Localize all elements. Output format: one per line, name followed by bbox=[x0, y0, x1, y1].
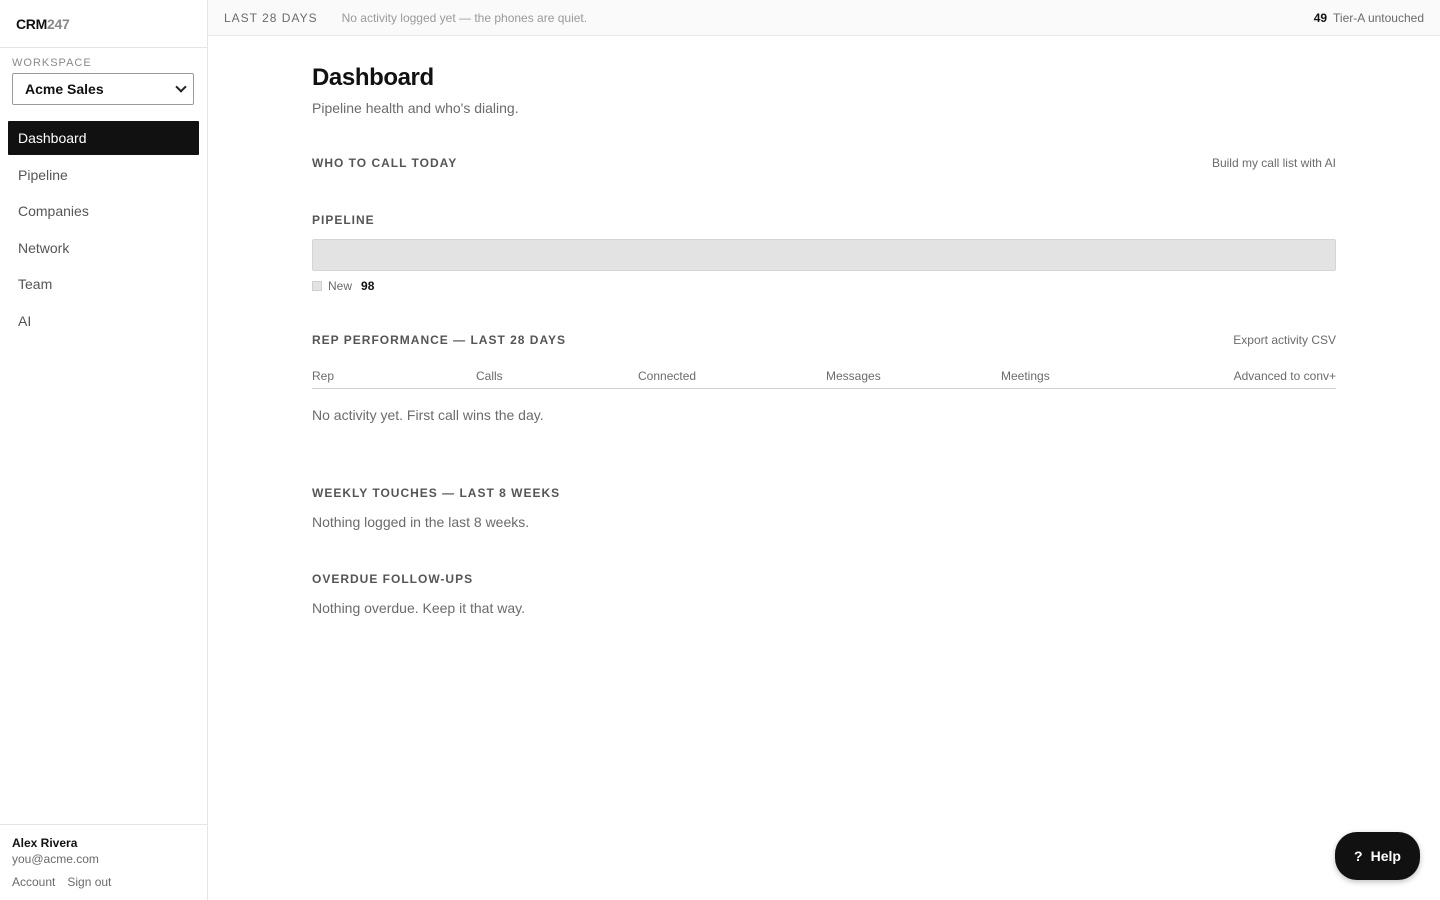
main-content: Dashboard Pipeline health and who's dial… bbox=[312, 36, 1336, 616]
pipeline-legend: New 98 bbox=[312, 279, 1336, 293]
tier-a-count: 49 bbox=[1313, 10, 1328, 25]
sidebar-item-companies[interactable]: Companies bbox=[8, 194, 199, 228]
column-header-connected[interactable]: Connected bbox=[638, 369, 696, 383]
logo-text-secondary: 247 bbox=[46, 15, 70, 32]
help-label: Help bbox=[1370, 848, 1401, 864]
user-links: Account Sign out bbox=[12, 875, 195, 889]
sidebar-item-label: Network bbox=[18, 239, 70, 256]
column-header-calls[interactable]: Calls bbox=[476, 369, 503, 383]
column-header-advanced[interactable]: Advanced to conv+ bbox=[1234, 369, 1336, 383]
column-header-rep[interactable]: Rep bbox=[312, 369, 334, 383]
sidebar-item-label: Companies bbox=[18, 203, 89, 219]
tier-a-label: Tier-A untouched bbox=[1333, 10, 1424, 25]
sidebar-item-label: Team bbox=[18, 276, 53, 292]
sidebar-nav: Dashboard Pipeline Companies Network Tea… bbox=[0, 121, 207, 338]
section-title: REP PERFORMANCE — LAST 28 DAYS bbox=[312, 333, 567, 347]
user-email: you@acme.com bbox=[12, 852, 99, 866]
section-title: OVERDUE FOLLOW-UPS bbox=[312, 572, 474, 586]
sign-out-link[interactable]: Sign out bbox=[67, 875, 111, 889]
weekly-empty-message: Nothing logged in the last 8 weeks. bbox=[312, 514, 530, 530]
workspace-select[interactable]: Acme Sales bbox=[12, 73, 194, 105]
legend-stage-name: New bbox=[328, 279, 353, 293]
sidebar-item-ai[interactable]: AI bbox=[8, 304, 199, 338]
sidebar-item-label: AI bbox=[18, 312, 32, 329]
section-title: WEEKLY TOUCHES — LAST 8 WEEKS bbox=[312, 486, 561, 500]
column-header-messages[interactable]: Messages bbox=[826, 369, 881, 383]
page-title: Dashboard bbox=[312, 64, 434, 91]
overdue-empty-message: Nothing overdue. Keep it that way. bbox=[312, 600, 525, 616]
user-name: Alex Rivera bbox=[12, 836, 78, 850]
date-range-label: LAST 28 DAYS bbox=[224, 10, 318, 25]
section-title: PIPELINE bbox=[312, 213, 375, 227]
page-subtitle: Pipeline health and who's dialing. bbox=[312, 100, 519, 116]
overdue-followups-section: OVERDUE FOLLOW-UPS Nothing overdue. Keep… bbox=[312, 572, 1336, 616]
sidebar-item-network[interactable]: Network bbox=[8, 231, 199, 265]
activity-status-message: No activity logged yet — the phones are … bbox=[341, 10, 588, 25]
sidebar-item-dashboard[interactable]: Dashboard bbox=[8, 121, 199, 155]
user-panel: Alex Rivera you@acme.com Account Sign ou… bbox=[0, 824, 207, 900]
help-icon: ? bbox=[1354, 848, 1363, 864]
table-header-row: Rep Calls Connected Messages Meetings Ad… bbox=[312, 367, 1336, 389]
tier-a-untouched-indicator[interactable]: 49 Tier-A untouched bbox=[1314, 11, 1424, 25]
export-csv-button[interactable]: Export activity CSV bbox=[1233, 333, 1336, 347]
sidebar-item-team[interactable]: Team bbox=[8, 267, 199, 301]
workspace-select-value: Acme Sales bbox=[25, 81, 104, 97]
top-bar: LAST 28 DAYS No activity logged yet — th… bbox=[208, 0, 1440, 36]
build-call-list-button[interactable]: Build my call list with AI bbox=[1212, 156, 1336, 170]
sidebar-item-pipeline[interactable]: Pipeline bbox=[8, 158, 199, 192]
weekly-touches-section: WEEKLY TOUCHES — LAST 8 WEEKS Nothing lo… bbox=[312, 486, 1336, 530]
sidebar-item-label: Dashboard bbox=[18, 130, 87, 146]
chevron-down-icon bbox=[175, 81, 187, 93]
sidebar-item-label: Pipeline bbox=[18, 166, 68, 183]
logo-text-primary: CRM bbox=[16, 15, 47, 32]
rep-performance-section: REP PERFORMANCE — LAST 28 DAYS Export ac… bbox=[312, 333, 1336, 423]
sidebar: CRM 247 WORKSPACE Acme Sales Dashboard Pi… bbox=[0, 0, 208, 900]
legend-swatch bbox=[312, 281, 322, 291]
app-logo[interactable]: CRM 247 bbox=[0, 0, 207, 48]
rep-empty-message: No activity yet. First call wins the day… bbox=[312, 407, 544, 423]
pipeline-section: PIPELINE New 98 bbox=[312, 213, 1336, 293]
who-to-call-section: WHO TO CALL TODAY Build my call list wit… bbox=[312, 156, 1336, 170]
rep-performance-table: Rep Calls Connected Messages Meetings Ad… bbox=[312, 367, 1336, 423]
account-link[interactable]: Account bbox=[12, 875, 55, 889]
workspace-label: WORKSPACE bbox=[12, 57, 92, 69]
column-header-meetings[interactable]: Meetings bbox=[1001, 369, 1050, 383]
pipeline-bar-stage-new[interactable] bbox=[312, 239, 1336, 271]
legend-stage-count: 98 bbox=[361, 279, 375, 293]
section-title: WHO TO CALL TODAY bbox=[312, 156, 458, 170]
help-button[interactable]: ? Help bbox=[1335, 832, 1420, 880]
